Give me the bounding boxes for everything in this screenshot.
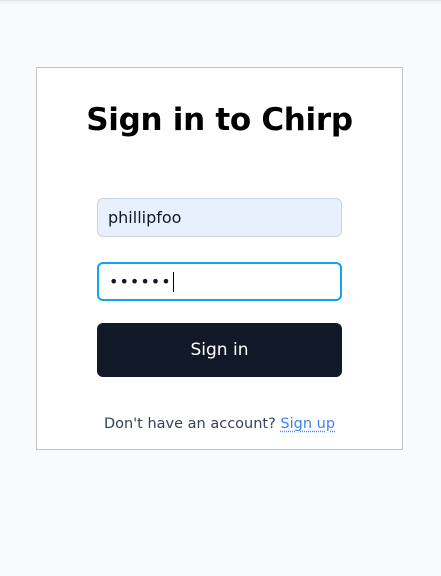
browser-top-edge [0, 0, 441, 4]
signup-prompt-text: Don't have an account? [103, 416, 281, 432]
sign-in-button[interactable]: Sign in [97, 323, 342, 377]
text-caret [172, 271, 174, 292]
page-title: Sign in to Chirp [86, 102, 353, 138]
login-card: Sign in to Chirp phillipfoo •••••• Sign … [36, 67, 403, 450]
signup-prompt: Don't have an account? Sign up [37, 416, 402, 432]
password-input[interactable]: •••••• [97, 262, 342, 301]
username-value: phillipfoo [108, 208, 182, 227]
username-input[interactable]: phillipfoo [97, 198, 342, 237]
sign-in-label: Sign in [190, 340, 249, 360]
sign-up-link[interactable]: Sign up [280, 416, 335, 432]
password-value: •••••• [109, 272, 172, 291]
